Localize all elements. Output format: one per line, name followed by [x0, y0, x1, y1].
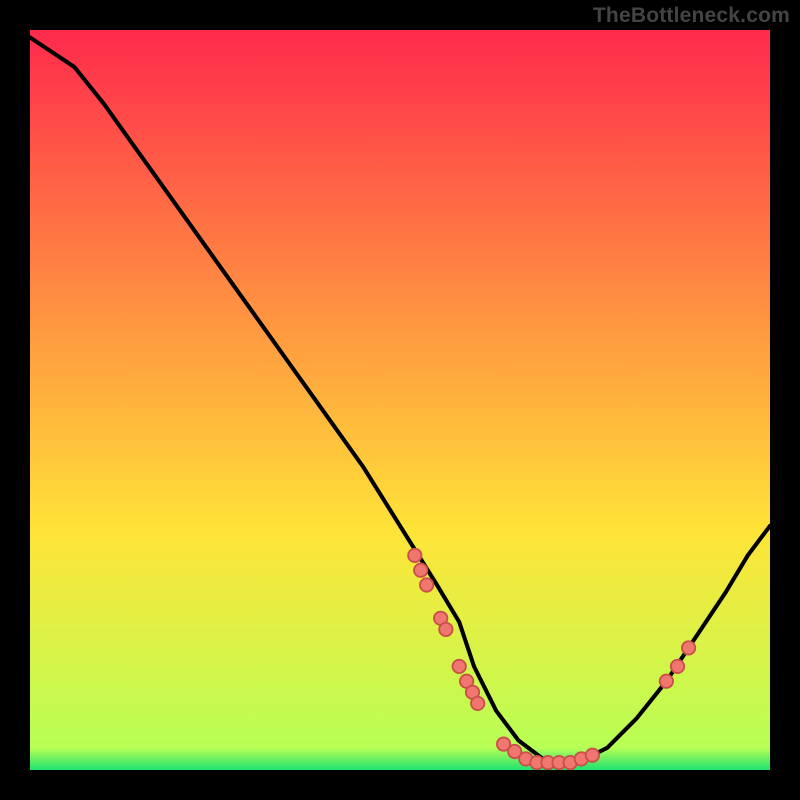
data-point	[660, 675, 673, 688]
data-point	[682, 641, 695, 654]
data-point	[439, 623, 452, 636]
chart-container: TheBottleneck.com	[0, 0, 800, 800]
data-point	[414, 564, 427, 577]
gradient-background	[30, 30, 770, 770]
watermark-text: TheBottleneck.com	[593, 4, 790, 28]
data-point	[408, 549, 421, 562]
data-point	[420, 578, 433, 591]
data-point	[671, 660, 684, 673]
data-point	[453, 660, 466, 673]
data-point	[586, 749, 599, 762]
bottleneck-chart	[30, 30, 770, 770]
data-point	[471, 697, 484, 710]
